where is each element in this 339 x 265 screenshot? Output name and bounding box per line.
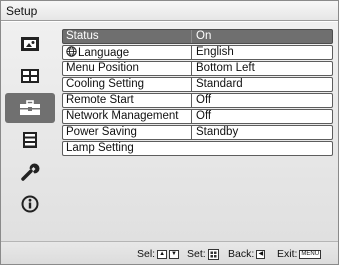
- setting-row-language[interactable]: Language English: [62, 45, 333, 60]
- menu-key-icon: MENU: [299, 249, 322, 259]
- setting-row-network-management[interactable]: Network Management Off: [62, 109, 333, 124]
- divider: [191, 110, 192, 123]
- setting-label: Power Saving: [66, 126, 137, 138]
- screen-icon: [21, 69, 39, 83]
- setting-label-container: Language: [66, 46, 190, 59]
- back-hint: Back: ◀: [228, 248, 266, 260]
- picture-icon: [21, 37, 39, 51]
- divider: [191, 62, 192, 75]
- setting-label: Menu Position: [66, 62, 139, 74]
- sidebar-item-screen[interactable]: [5, 61, 55, 91]
- up-arrow-key-icon: ▲: [157, 249, 168, 259]
- enter-key-icon: [207, 248, 219, 260]
- setting-value: Off: [196, 110, 212, 122]
- divider: [191, 78, 192, 91]
- divider: [191, 126, 192, 139]
- setting-label: Status: [66, 30, 99, 42]
- setup-window: Setup Status On Language English Menu Po…: [0, 0, 339, 265]
- setting-label: Lamp Setting: [66, 142, 134, 154]
- setting-row-cooling-setting[interactable]: Cooling Setting Standard: [62, 77, 333, 92]
- set-hint-label: Set:: [187, 248, 206, 260]
- exit-hint: Exit: MENU: [277, 248, 322, 260]
- sidebar-item-function[interactable]: [5, 125, 55, 155]
- setting-row-remote-start[interactable]: Remote Start Off: [62, 93, 333, 108]
- back-hint-label: Back:: [228, 248, 255, 260]
- info-icon: [21, 195, 39, 213]
- sidebar-item-information[interactable]: [5, 189, 55, 219]
- footer-hints: Sel: ▲ ▼ Set: Back: ◀ Exit: MENU: [1, 241, 338, 264]
- sidebar-item-setup[interactable]: [5, 93, 55, 123]
- left-arrow-key-icon: ◀: [256, 249, 266, 259]
- setting-value: English: [196, 46, 234, 58]
- exit-hint-label: Exit:: [277, 248, 298, 260]
- setting-row-menu-position[interactable]: Menu Position Bottom Left: [62, 61, 333, 76]
- select-hint-label: Sel:: [137, 248, 156, 260]
- setting-row-power-saving[interactable]: Power Saving Standby: [62, 125, 333, 140]
- setting-label: Language: [78, 47, 130, 59]
- down-arrow-key-icon: ▼: [169, 249, 179, 259]
- setting-label: Remote Start: [66, 94, 134, 106]
- toolbox-icon: [20, 100, 40, 115]
- select-hint: Sel: ▲ ▼: [137, 248, 179, 260]
- settings-list: Status On Language English Menu Position…: [62, 29, 333, 157]
- window-title: Setup: [6, 4, 38, 18]
- setting-label: Cooling Setting: [66, 78, 144, 90]
- title-bar: Setup: [1, 1, 338, 21]
- divider: [191, 46, 192, 59]
- sidebar-item-picture[interactable]: [5, 29, 55, 59]
- setting-row-lamp-setting[interactable]: Lamp Setting: [62, 141, 333, 156]
- setting-label: Network Management: [66, 110, 179, 122]
- wrench-icon: [21, 163, 40, 181]
- setting-value: Bottom Left: [196, 62, 255, 74]
- divider: [191, 30, 192, 43]
- setting-row-status[interactable]: Status On: [62, 29, 333, 44]
- setting-value: Standard: [196, 78, 243, 90]
- sidebar-item-installation[interactable]: [5, 157, 55, 187]
- sidebar: [1, 22, 57, 241]
- menu-area: Status On Language English Menu Position…: [1, 22, 338, 241]
- divider: [191, 94, 192, 107]
- globe-icon: [66, 46, 77, 57]
- menu-list-icon: [23, 132, 37, 148]
- setting-value: On: [196, 30, 212, 42]
- setting-value: Standby: [196, 126, 239, 138]
- set-hint: Set:: [187, 248, 219, 260]
- setting-value: Off: [196, 94, 212, 106]
